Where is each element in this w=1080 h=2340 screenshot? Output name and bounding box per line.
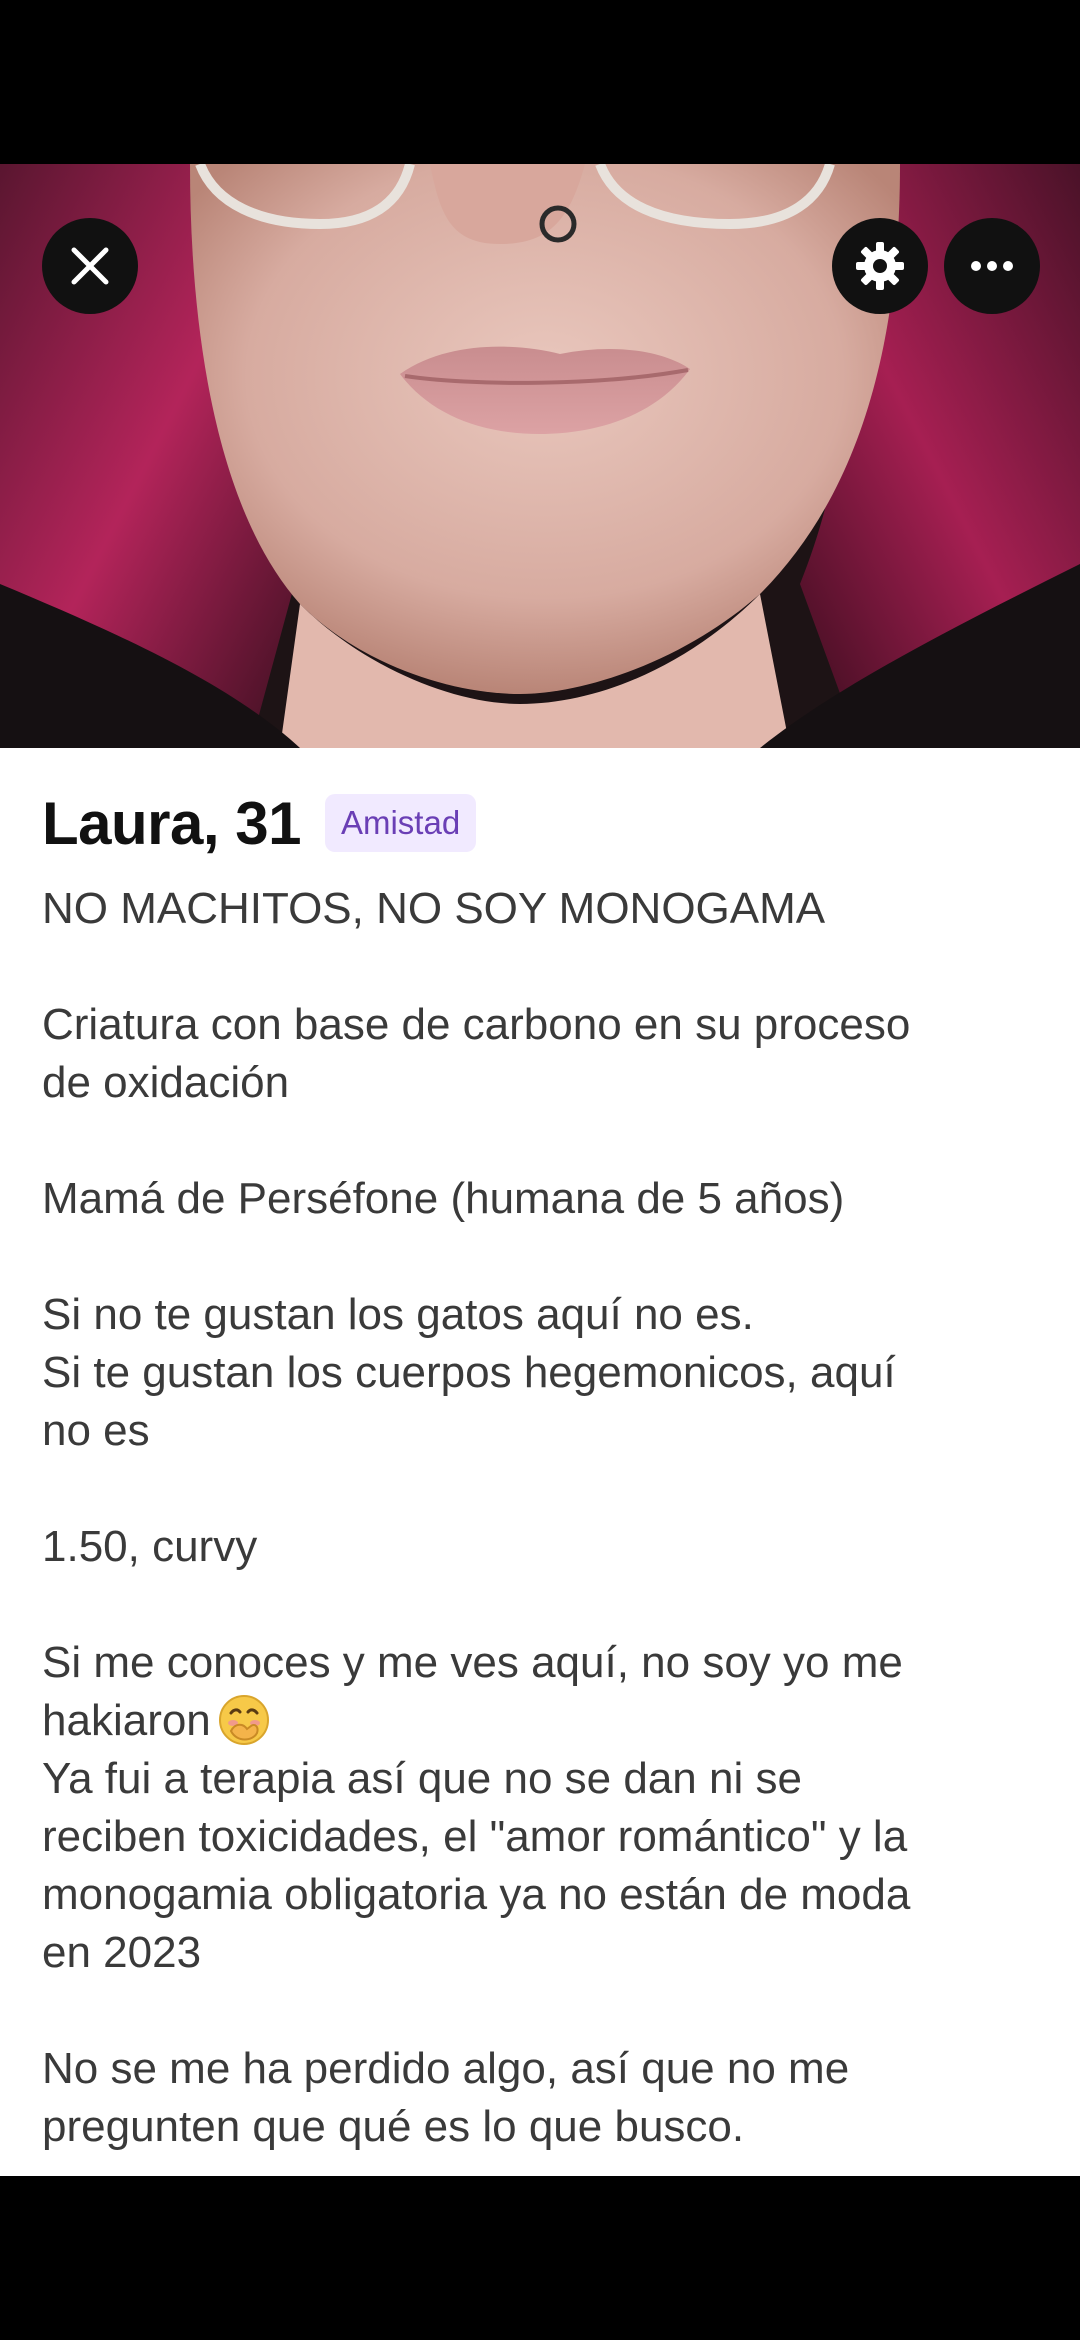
bio-line: Si me conoces y me ves aquí, no soy yo m… <box>42 1638 903 1687</box>
bio-line: NO MACHITOS, NO SOY MONOGAMA <box>42 884 826 933</box>
more-icon <box>971 261 1013 271</box>
bio-line: no es <box>42 1406 150 1455</box>
hand-over-mouth-emoji-icon <box>218 1695 269 1745</box>
bio-line: Criatura con base de carbono en su proce… <box>42 1000 911 1049</box>
bio-line: pregunten que qué es lo que busco. <box>42 2102 745 2151</box>
bio-line: 1.50, curvy <box>42 1522 258 1571</box>
bio-line: reciben toxicidades, el "amor romántico"… <box>42 1812 908 1861</box>
gear-icon <box>856 242 904 290</box>
bio-line: en 2023 <box>42 1928 202 1977</box>
intent-badge: Amistad <box>324 794 477 852</box>
settings-button[interactable] <box>832 218 928 314</box>
bio-line: Si no te gustan los gatos aquí no es. <box>42 1290 754 1339</box>
top-black-bar <box>0 0 1080 164</box>
profile-header: Laura, 31 Amistad <box>42 786 1038 860</box>
profile-name-age: Laura, 31 <box>42 789 301 857</box>
bottom-black-bar <box>0 2176 1080 2340</box>
more-options-button[interactable] <box>944 218 1040 314</box>
close-icon <box>71 247 109 285</box>
bio-line: No se me ha perdido algo, así que no me <box>42 2044 850 2093</box>
bio-line: monogamia obligatoria ya no están de mod… <box>42 1870 911 1919</box>
bio-line: de oxidación <box>42 1058 290 1107</box>
profile-bio: NO MACHITOS, NO SOY MONOGAMA Criatura co… <box>42 880 1038 2156</box>
profile-details: Laura, 31 Amistad NO MACHITOS, NO SOY MO… <box>0 748 1080 2176</box>
bio-line: Si te gustan los cuerpos hegemonicos, aq… <box>42 1348 896 1397</box>
screen: Laura, 31 Amistad NO MACHITOS, NO SOY MO… <box>0 0 1080 2340</box>
bio-line: Mamá de Perséfone (humana de 5 años) <box>42 1174 845 1223</box>
bio-line: Ya fui a terapia así que no se dan ni se <box>42 1754 802 1803</box>
close-button[interactable] <box>42 218 138 314</box>
bio-line-with-emoji: hakiaron <box>42 1692 1038 1750</box>
bio-line: hakiaron <box>42 1696 211 1745</box>
